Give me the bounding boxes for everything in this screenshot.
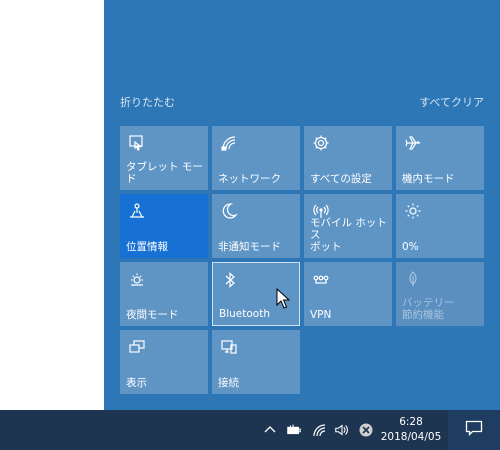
battery-icon[interactable] (286, 422, 302, 438)
chevron-up-icon[interactable] (262, 422, 278, 438)
collapse-link[interactable]: 折りたたむ (120, 94, 175, 110)
clear-all-link[interactable]: すべてクリア (419, 94, 484, 110)
clock-date: 2018/04/05 (380, 431, 442, 443)
battery-saver-icon (404, 270, 422, 288)
tile-connect[interactable]: 接続 (212, 330, 300, 394)
tile-tablet-mode[interactable]: タブレット モード (120, 126, 208, 190)
clock[interactable]: 6:28 2018/04/05 (380, 412, 442, 448)
action-center-button[interactable] (448, 410, 500, 450)
tile-airplane-mode[interactable]: 機内モード (396, 126, 484, 190)
network-icon (220, 134, 238, 152)
airplane-icon (404, 134, 422, 152)
tile-label: 非通知モード (218, 241, 281, 253)
tile-label: タブレット モード (126, 161, 203, 185)
mouse-cursor-icon (276, 287, 291, 310)
tile-battery-saver: バッテリー 節約機能 (396, 262, 484, 326)
tile-label: バッテリー 節約機能 (402, 297, 455, 321)
tile-all-settings[interactable]: すべての設定 (304, 126, 392, 190)
location-icon (128, 202, 146, 220)
tile-label: モバイル ホットス ポット (310, 217, 387, 253)
tile-label: 0% (402, 241, 419, 253)
tile-mobile-hotspot[interactable]: モバイル ホットス ポット (304, 194, 392, 258)
clock-time: 6:28 (399, 416, 423, 428)
tile-label: すべての設定 (310, 173, 372, 185)
connect-icon (220, 338, 238, 356)
tile-label: VPN (310, 309, 332, 321)
tile-brightness[interactable]: 0% (396, 194, 484, 258)
notification-icon (465, 420, 483, 440)
project-display-icon (128, 338, 146, 356)
night-light-icon (128, 270, 146, 288)
tile-label: 夜間モード (126, 309, 179, 321)
tile-project[interactable]: 表示 (120, 330, 208, 394)
tile-network[interactable]: ネットワーク (212, 126, 300, 190)
moon-icon (220, 202, 238, 220)
action-center-header: 折りたたむ すべてクリア (120, 94, 484, 110)
tile-label: 位置情報 (126, 241, 168, 253)
taskbar: 6:28 2018/04/05 (0, 410, 500, 450)
desktop-area (0, 0, 104, 410)
no-connection-icon[interactable] (358, 422, 374, 438)
settings-gear-icon (312, 134, 330, 152)
vpn-icon (312, 270, 330, 288)
wifi-icon[interactable] (312, 422, 328, 438)
brightness-icon (404, 202, 422, 220)
tile-vpn[interactable]: VPN (304, 262, 392, 326)
tile-location[interactable]: 位置情報 (120, 194, 208, 258)
bluetooth-icon (221, 271, 239, 289)
volume-icon[interactable] (334, 422, 350, 438)
tile-label: ネットワーク (218, 173, 281, 185)
tile-night-light[interactable]: 夜間モード (120, 262, 208, 326)
tablet-mode-icon (128, 134, 146, 152)
tile-label: 機内モード (402, 173, 455, 185)
tile-label: 表示 (126, 377, 147, 389)
tile-label: 接続 (218, 377, 239, 389)
tile-quiet-hours[interactable]: 非通知モード (212, 194, 300, 258)
